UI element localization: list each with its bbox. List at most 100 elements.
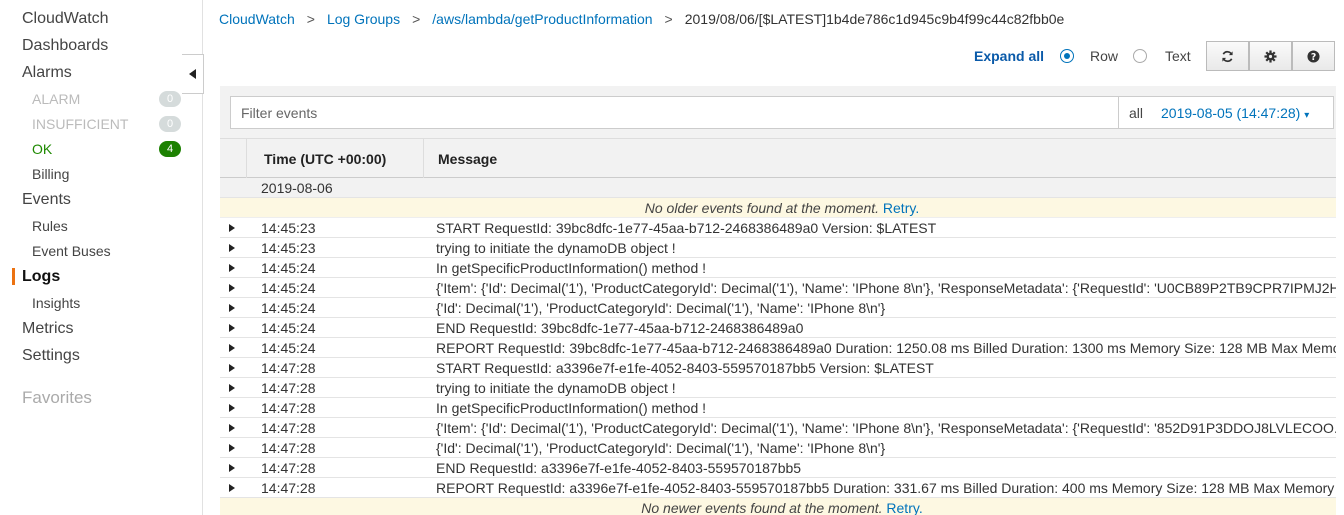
breadcrumb-cloudwatch[interactable]: CloudWatch [219,11,295,27]
text-view-radio[interactable] [1133,49,1147,63]
breadcrumb-log-groups[interactable]: Log Groups [327,11,400,27]
log-event-time: 14:45:24 [261,300,316,316]
log-event-time: 14:47:28 [261,380,316,396]
expand-caret-icon[interactable] [229,444,235,452]
log-event-message: {'Id': Decimal('1'), 'ProductCategoryId'… [436,300,886,316]
log-event-row[interactable]: 14:45:24 END RequestId: 39bc8dfc-1e77-45a… [220,318,1344,338]
svg-text:?: ? [1311,52,1316,63]
retry-older-link[interactable]: Retry. [883,200,919,216]
breadcrumb-log-group[interactable]: /aws/lambda/getProductInformation [432,11,652,27]
expand-caret-icon[interactable] [229,424,235,432]
expand-caret-icon[interactable] [229,304,235,312]
expand-caret-icon[interactable] [229,464,235,472]
expand-caret-icon[interactable] [229,324,235,332]
expand-caret-icon[interactable] [229,344,235,352]
settings-button[interactable] [1249,41,1292,71]
caret-down-icon: ▾ [1304,110,1310,121]
sidebar-item-insights[interactable]: Insights [32,295,80,311]
text-view-label[interactable]: Text [1165,48,1191,64]
sidebar-item-ok-state[interactable]: OK [32,141,52,157]
log-event-time: 14:45:24 [261,280,316,296]
filter-events-input[interactable] [231,97,1119,128]
column-separator [246,139,247,178]
gear-icon [1264,49,1277,63]
log-event-row[interactable]: 14:47:28 {'Id': Decimal('1'), 'ProductCat… [220,438,1344,458]
sidebar-item-dashboards[interactable]: Dashboards [22,37,108,55]
refresh-icon [1222,50,1233,62]
log-rows: 14:45:23 START RequestId: 39bc8dfc-1e77-4… [220,218,1344,498]
sidebar-item-settings[interactable]: Settings [22,347,80,365]
sidebar-item-billing[interactable]: Billing [32,166,69,182]
column-separator [423,139,424,178]
expand-caret-icon[interactable] [229,384,235,392]
row-view-label[interactable]: Row [1090,48,1118,64]
expand-caret-icon[interactable] [229,484,235,492]
log-event-time: 14:45:24 [261,260,316,276]
filter-bar: all 2019-08-05 (14:47:28) ▾ [230,96,1334,129]
retry-newer-link[interactable]: Retry. [886,500,922,515]
log-event-row[interactable]: 14:47:28 In getSpecificProductInformation… [220,398,1344,418]
log-event-message: END RequestId: a3396e7f-e1fe-4052-8403-5… [436,460,802,476]
sidebar-item-logs[interactable]: Logs [22,268,60,286]
older-events-text: No older events found at the moment. [644,200,880,216]
log-event-row[interactable]: 14:45:24 {'Id': Decimal('1'), 'ProductCat… [220,298,1344,318]
sidebar-item-alarm-state[interactable]: ALARM [32,91,80,107]
row-view-radio[interactable] [1060,49,1074,63]
expand-caret-icon[interactable] [229,224,235,232]
time-range-value: 2019-08-05 (14:47:28) [1161,105,1301,121]
sidebar-item-alarms[interactable]: Alarms [22,64,72,82]
column-header-message[interactable]: Message [438,151,497,167]
log-event-message: END RequestId: 39bc8dfc-1e77-45aa-b712-2… [436,320,804,336]
page-scrollbar[interactable] [1336,86,1344,515]
time-range-dropdown[interactable]: 2019-08-05 (14:47:28) ▾ [1161,105,1309,121]
sidebar-item-event-buses[interactable]: Event Buses [32,243,111,259]
log-event-time: 14:47:28 [261,360,316,376]
insufficient-count-badge: 0 [159,116,181,132]
log-events-panel: all 2019-08-05 (14:47:28) ▾ Time (UTC +0… [220,86,1344,515]
log-events-list: 2019-08-06 No older events found at the … [220,178,1344,515]
expand-caret-icon[interactable] [229,404,235,412]
log-event-row[interactable]: 14:45:24 REPORT RequestId: 39bc8dfc-1e77-… [220,338,1344,358]
table-header: Time (UTC +00:00) Message [220,138,1344,178]
log-event-message: trying to initiate the dynamoDB object ! [436,380,676,396]
log-event-time: 14:45:24 [261,340,316,356]
log-event-row[interactable]: 14:45:23 START RequestId: 39bc8dfc-1e77-4… [220,218,1344,238]
column-header-time[interactable]: Time (UTC +00:00) [264,151,386,167]
log-event-message: REPORT RequestId: a3396e7f-e1fe-4052-840… [436,480,1335,496]
log-event-row[interactable]: 14:47:28 {'Item': {'Id': Decimal('1'), 'P… [220,418,1344,438]
sidebar-item-metrics[interactable]: Metrics [22,320,74,338]
sidebar-item-insufficient-state[interactable]: INSUFFICIENT [32,116,128,132]
log-event-time: 14:47:28 [261,460,316,476]
log-event-message: START RequestId: a3396e7f-e1fe-4052-8403… [436,360,934,376]
expand-caret-icon[interactable] [229,264,235,272]
log-event-row[interactable]: 14:45:23 trying to initiate the dynamoDB … [220,238,1344,258]
expand-caret-icon[interactable] [229,364,235,372]
log-event-row[interactable]: 14:47:28 REPORT RequestId: a3396e7f-e1fe-… [220,478,1344,498]
help-button[interactable]: ? [1292,41,1335,71]
log-event-message: trying to initiate the dynamoDB object ! [436,240,676,256]
log-event-row[interactable]: 14:47:28 END RequestId: a3396e7f-e1fe-405… [220,458,1344,478]
log-event-row[interactable]: 14:47:28 START RequestId: a3396e7f-e1fe-4… [220,358,1344,378]
expand-all-link[interactable]: Expand all [974,48,1044,64]
log-event-time: 14:47:28 [261,440,316,456]
refresh-button[interactable] [1206,41,1249,71]
log-event-row[interactable]: 14:47:28 trying to initiate the dynamoDB … [220,378,1344,398]
log-event-row[interactable]: 14:45:24 {'Item': {'Id': Decimal('1'), 'P… [220,278,1344,298]
expand-caret-icon[interactable] [229,284,235,292]
collapse-sidebar-button[interactable] [182,54,204,94]
breadcrumb: CloudWatch > Log Groups > /aws/lambda/getPro… [219,11,1064,27]
newer-events-text: No newer events found at the moment. [641,500,883,515]
sidebar-favorites-heading: Favorites [22,388,92,407]
breadcrumb-current-stream: 2019/08/06/[$LATEST]1b4de786c1d945c9b4f9… [684,11,1065,27]
sidebar-item-rules[interactable]: Rules [32,218,68,234]
sidebar-item-events[interactable]: Events [22,191,71,209]
help-icon: ? [1307,49,1320,63]
newer-events-notice: No newer events found at the moment. Ret… [220,498,1344,515]
log-event-time: 14:45:23 [261,220,316,236]
range-all-option[interactable]: all [1129,105,1143,121]
date-group-row: 2019-08-06 [220,178,1344,198]
log-event-row[interactable]: 14:45:24 In getSpecificProductInformation… [220,258,1344,278]
sidebar-item-cloudwatch[interactable]: CloudWatch [22,10,109,28]
expand-caret-icon[interactable] [229,244,235,252]
caret-left-icon [188,69,196,79]
